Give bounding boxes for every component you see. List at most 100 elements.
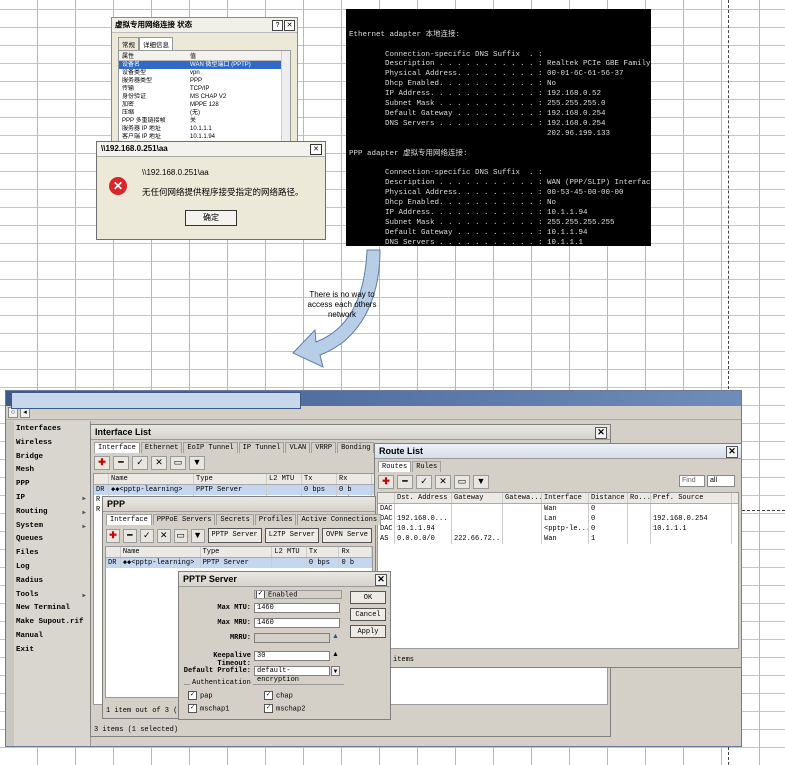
- mrru-input[interactable]: [254, 633, 330, 643]
- close-icon[interactable]: ✕: [726, 446, 738, 458]
- tab-bonding[interactable]: Bonding: [337, 442, 375, 453]
- ok-button[interactable]: 确定: [185, 210, 237, 226]
- column-header[interactable]: Type: [194, 474, 267, 484]
- column-header[interactable]: Distance: [589, 493, 628, 503]
- column-header[interactable]: Tx: [302, 474, 337, 484]
- default-profile-select[interactable]: default-encryption: [254, 666, 330, 684]
- column-header[interactable]: Name: [109, 474, 194, 484]
- collapse-up-icon[interactable]: ▲: [332, 651, 339, 658]
- column-header[interactable]: Interface: [542, 493, 589, 503]
- mschap1-checkbox[interactable]: ✓ mschap1: [188, 704, 229, 713]
- column-header[interactable]: Gateway: [452, 493, 503, 503]
- sidebar-item-new-terminal[interactable]: New Terminal: [6, 602, 90, 616]
- tab-rules[interactable]: Rules: [412, 461, 442, 472]
- table-row[interactable]: DAC Wan 0: [378, 504, 738, 514]
- tab-general[interactable]: 常规: [118, 37, 139, 50]
- remove-icon[interactable]: ━: [122, 528, 137, 543]
- filter-select[interactable]: all: [707, 475, 735, 487]
- disable-icon[interactable]: ✕: [151, 456, 167, 470]
- enabled-checkbox[interactable]: ✓ Enabled: [256, 590, 297, 599]
- sidebar-item-queues[interactable]: Queues: [6, 533, 90, 547]
- filter-icon[interactable]: ▼: [190, 528, 205, 543]
- pap-checkbox[interactable]: ✓ pap: [188, 691, 213, 700]
- max-mru-input[interactable]: 1460: [254, 618, 340, 628]
- close-icon[interactable]: ✕: [595, 427, 607, 439]
- tab-eoip-tunnel[interactable]: EoIP Tunnel: [183, 442, 238, 453]
- detail-row[interactable]: 压缩 (无): [119, 109, 290, 117]
- column-header[interactable]: Rx: [339, 547, 372, 557]
- chap-checkbox[interactable]: ✓ chap: [264, 691, 293, 700]
- sidebar-item-mesh[interactable]: Mesh: [6, 464, 90, 478]
- tab-interface[interactable]: Interface: [106, 514, 152, 525]
- add-icon[interactable]: ✚: [378, 475, 394, 489]
- close-icon[interactable]: ✕: [375, 574, 387, 586]
- sidebar-item-ip[interactable]: IP ▶: [6, 492, 90, 506]
- detail-row[interactable]: 服务器 IP 地址 10.1.1.1: [119, 125, 290, 133]
- tab-vlan[interactable]: VLAN: [285, 442, 311, 453]
- table-row[interactable]: DAC 192.168.0... Lan 0 192.168.0.254: [378, 514, 738, 524]
- sidebar-item-wireless[interactable]: Wireless: [6, 437, 90, 451]
- detail-row[interactable]: 设备类型 vpn: [119, 69, 290, 77]
- comment-icon[interactable]: ▭: [170, 456, 186, 470]
- disable-icon[interactable]: ✕: [435, 475, 451, 489]
- apply-button[interactable]: Apply: [350, 625, 386, 638]
- enable-icon[interactable]: ✓: [132, 456, 148, 470]
- sidebar-item-routing[interactable]: Routing ▶: [6, 506, 90, 520]
- table-row[interactable]: DR ◆◆<pptp-learning> PPTP Server 0 bps 0 b: [106, 558, 372, 568]
- max-mtu-input[interactable]: 1460: [254, 603, 340, 613]
- sidebar-item-ppp[interactable]: PPP: [6, 478, 90, 492]
- tab-secrets[interactable]: Secrets: [216, 514, 254, 525]
- sidebar-item-manual[interactable]: Manual: [6, 630, 90, 644]
- tab-pppoe-servers[interactable]: PPPoE Servers: [152, 514, 216, 525]
- column-header[interactable]: Rx: [337, 474, 372, 484]
- column-header[interactable]: L2 MTU: [272, 547, 307, 557]
- column-header[interactable]: Tx: [307, 547, 340, 557]
- filter-icon[interactable]: ▼: [189, 456, 205, 470]
- sidebar-item-system[interactable]: System ▶: [6, 520, 90, 534]
- tab-profiles[interactable]: Profiles: [254, 514, 297, 525]
- ok-button[interactable]: OK: [350, 591, 386, 604]
- comment-icon[interactable]: ▭: [173, 528, 188, 543]
- detail-row[interactable]: PPP 多重链接帧 关: [119, 117, 290, 125]
- tab-interface[interactable]: Interface: [94, 442, 140, 453]
- column-header[interactable]: Dst. Address: [395, 493, 452, 503]
- cancel-button[interactable]: Cancel: [350, 608, 386, 621]
- tab-details[interactable]: 详细信息: [139, 37, 173, 50]
- close-icon[interactable]: ✕: [284, 20, 295, 31]
- expand-up-icon[interactable]: ▲: [332, 633, 339, 640]
- add-icon[interactable]: ✚: [106, 528, 120, 543]
- detail-row[interactable]: 身份验证 MS CHAP V2: [119, 93, 290, 101]
- dropdown-icon[interactable]: ▼: [331, 666, 340, 676]
- remove-icon[interactable]: ━: [113, 456, 129, 470]
- scrollbar[interactable]: [281, 51, 290, 141]
- help-icon[interactable]: ?: [272, 20, 283, 31]
- column-header[interactable]: Pref. Source: [651, 493, 732, 503]
- sidebar-item-log[interactable]: Log: [6, 561, 90, 575]
- column-header[interactable]: L2 MTU: [267, 474, 302, 484]
- tab-ip-tunnel[interactable]: IP Tunnel: [238, 442, 285, 453]
- tab-ethernet[interactable]: Ethernet: [140, 442, 183, 453]
- detail-row[interactable]: 客户端 IP 地址 10.1.1.94: [119, 133, 290, 141]
- comment-icon[interactable]: ▭: [454, 475, 470, 489]
- close-icon[interactable]: ✕: [310, 144, 322, 155]
- sidebar-item-interfaces[interactable]: Interfaces: [6, 423, 90, 437]
- keepalive-input[interactable]: 30: [254, 651, 330, 661]
- tab-active-connections[interactable]: Active Connections: [297, 514, 382, 525]
- pptp-server-button[interactable]: PPTP Server: [207, 528, 262, 543]
- table-row[interactable]: AS 0.0.0.0/0 222.66.72... Wan 1: [378, 534, 738, 544]
- column-header[interactable]: Name: [121, 547, 201, 557]
- ovpn-serve-button[interactable]: OVPN Serve: [321, 528, 372, 543]
- enable-icon[interactable]: ✓: [139, 528, 154, 543]
- sidebar-item-tools[interactable]: Tools ▶: [6, 589, 90, 603]
- tab-vrrp[interactable]: VRRP: [311, 442, 337, 453]
- add-icon[interactable]: ✚: [94, 456, 110, 470]
- sidebar-item-exit[interactable]: Exit: [6, 644, 90, 658]
- l2tp-server-button[interactable]: L2TP Server: [264, 528, 319, 543]
- column-header[interactable]: Type: [201, 547, 273, 557]
- table-row[interactable]: DAC 10.1.1.94 <pptp-le... 0 10.1.1.1: [378, 524, 738, 534]
- detail-row[interactable]: 设备名 WAN 微型端口 (PPTP): [119, 61, 290, 69]
- find-input[interactable]: Find: [679, 475, 705, 487]
- enable-icon[interactable]: ✓: [416, 475, 432, 489]
- detail-row[interactable]: 服务器类型 PPP: [119, 77, 290, 85]
- sidebar-item-bridge[interactable]: Bridge: [6, 451, 90, 465]
